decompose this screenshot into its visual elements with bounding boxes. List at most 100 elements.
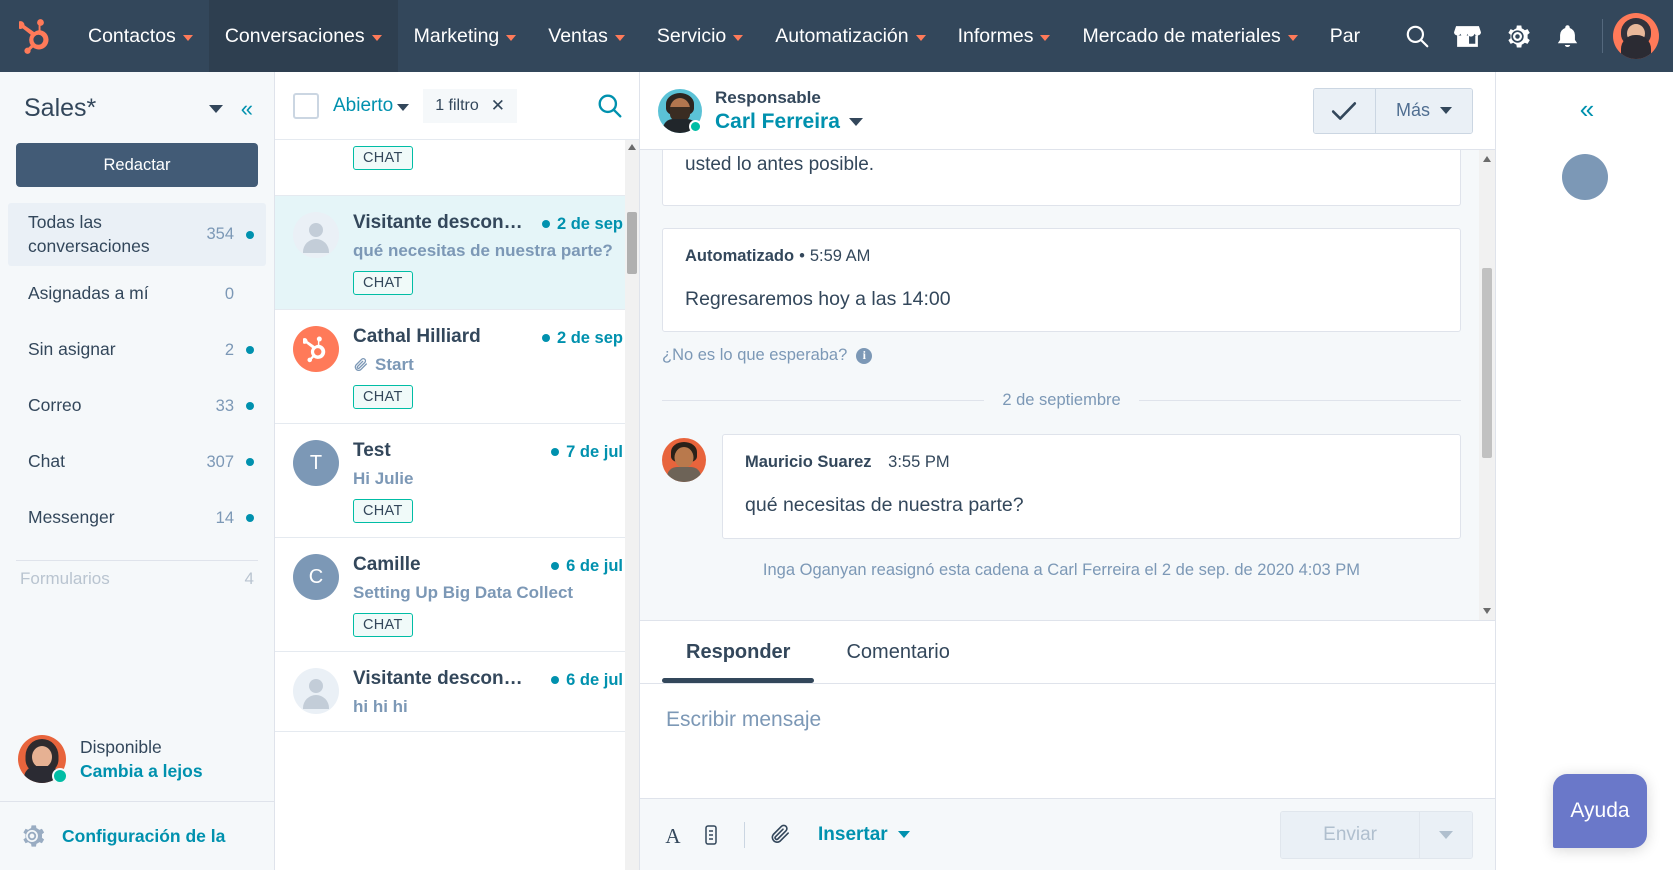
inbox-header: Sales* «	[0, 72, 274, 131]
chevron-down-icon[interactable]	[209, 105, 223, 113]
nav-divider	[1602, 19, 1603, 53]
folder-label: Formularios	[20, 569, 110, 587]
message-header: Mauricio Suarez 3:55 PM	[745, 453, 1438, 472]
nav-items: Contactos Conversaciones Marketing Venta…	[72, 0, 1376, 72]
separator-line	[1139, 400, 1461, 401]
scroll-up-arrow-icon[interactable]	[628, 144, 636, 150]
chevron-down-icon	[1440, 107, 1452, 114]
conversation-top-row: Visitante descon… 2 de sep	[353, 212, 623, 234]
paperclip-icon	[353, 357, 369, 373]
nav-item-label: Mercado de materiales	[1082, 25, 1280, 48]
scroll-down-arrow-icon[interactable]	[1483, 608, 1491, 614]
gear-icon	[18, 822, 46, 850]
filter-chip-label: 1 filtro	[435, 97, 479, 115]
nav-item-contactos[interactable]: Contactos	[72, 0, 209, 72]
message-feedback-row[interactable]: ¿No es lo que esperaba? i	[662, 346, 1461, 365]
scrollbar-thumb[interactable]	[627, 212, 637, 274]
avatar[interactable]	[1613, 13, 1659, 59]
scroll-up-arrow-icon[interactable]	[1483, 156, 1491, 162]
search-conversations-icon[interactable]	[596, 92, 623, 119]
help-button[interactable]: Ayuda	[1553, 774, 1647, 848]
availability-text: Disponible Cambia a lejos	[80, 737, 203, 782]
tab-responder[interactable]: Responder	[662, 621, 814, 683]
availability-status[interactable]: Disponible Cambia a lejos	[0, 729, 274, 802]
nav-item-mercado-de-materiales[interactable]: Mercado de materiales	[1066, 0, 1313, 72]
unread-dot	[246, 402, 254, 410]
sidebar-item-correo[interactable]: Correo 33	[8, 378, 266, 434]
nav-item-ventas[interactable]: Ventas	[532, 0, 641, 72]
nav-item-label: Conversaciones	[225, 25, 365, 48]
conversation-list-scrollbar[interactable]	[625, 140, 639, 870]
hubspot-logo[interactable]	[0, 0, 72, 72]
insert-link-icon[interactable]	[702, 824, 720, 846]
select-all-checkbox[interactable]	[293, 93, 319, 119]
info-icon[interactable]: i	[856, 348, 872, 364]
nav-item-automatizacion[interactable]: Automatización	[759, 0, 941, 72]
thread-scrollbar[interactable]	[1479, 150, 1495, 620]
thread-header: Responsable Carl Ferreira Más	[640, 72, 1495, 150]
nav-item-label: Ventas	[548, 25, 608, 48]
paperclip-icon[interactable]	[769, 823, 792, 846]
more-actions-button[interactable]: Más	[1376, 89, 1472, 133]
nav-item-marketing[interactable]: Marketing	[398, 0, 533, 72]
owner-name-dropdown[interactable]: Carl Ferreira	[715, 110, 863, 134]
list-item[interactable]: CHAT	[275, 140, 639, 196]
list-item[interactable]: Visitante descon… 6 de jul hi hi hi	[275, 652, 639, 732]
sidebar-item-messenger[interactable]: Messenger 14	[8, 490, 266, 546]
unread-dot	[542, 220, 550, 228]
list-item[interactable]: Cathal Hilliard 2 de sep Start CHAT	[275, 310, 639, 424]
chevron-down-icon	[183, 35, 193, 41]
chevron-down-icon	[1040, 35, 1050, 41]
send-button[interactable]: Enviar	[1281, 812, 1420, 858]
nav-item-par[interactable]: Par	[1314, 0, 1376, 72]
mark-closed-button[interactable]	[1314, 89, 1376, 133]
nav-item-label: Informes	[958, 25, 1034, 48]
conversation-preview: hi hi hi	[353, 697, 623, 717]
gear-icon[interactable]	[1492, 0, 1542, 72]
close-icon[interactable]: ✕	[491, 97, 505, 114]
filter-chip[interactable]: 1 filtro ✕	[423, 89, 517, 123]
conversation-name: Camille	[353, 554, 543, 576]
avatar-face	[675, 447, 694, 468]
folder-label: Messenger	[28, 506, 216, 530]
inbox-settings-link[interactable]: Configuración de la	[0, 802, 274, 870]
availability-toggle-link[interactable]: Cambia a lejos	[80, 761, 203, 782]
bell-icon[interactable]	[1542, 0, 1592, 72]
compose-button[interactable]: Redactar	[16, 143, 258, 187]
unread-dot	[246, 514, 254, 522]
conversation-body: CHAT	[353, 140, 623, 183]
visitor-message-block: Mauricio Suarez 3:55 PM qué necesitas de…	[662, 434, 1461, 538]
message-input[interactable]: Escribir mensaje	[640, 684, 1495, 798]
nav-item-informes[interactable]: Informes	[942, 0, 1067, 72]
conversation-name: Test	[353, 440, 543, 462]
nav-item-conversaciones[interactable]: Conversaciones	[209, 0, 398, 72]
collapse-sidebar-icon[interactable]: «	[241, 98, 250, 120]
sidebar-item-todas-las-conversaciones[interactable]: Todas las conversaciones 354	[8, 203, 266, 266]
list-item[interactable]: T Test 7 de jul Hi Julie CHAT	[275, 424, 639, 538]
unread-dot	[551, 676, 559, 684]
collapse-right-sidebar-icon[interactable]: «	[1497, 96, 1673, 122]
thread-owner[interactable]: Responsable Carl Ferreira	[658, 88, 863, 134]
list-item[interactable]: Visitante descon… 2 de sep qué necesitas…	[275, 196, 639, 310]
font-format-icon[interactable]: A	[662, 824, 684, 846]
marketplace-icon[interactable]	[1442, 0, 1492, 72]
insert-dropdown[interactable]: Insertar	[818, 824, 910, 846]
list-item[interactable]: C Camille 6 de jul Setting Up Big Data C…	[275, 538, 639, 652]
sidebar-item-asignadas-a-mi[interactable]: Asignadas a mí 0	[8, 266, 266, 322]
send-options-button[interactable]	[1420, 812, 1472, 858]
search-icon[interactable]	[1392, 0, 1442, 72]
contact-avatar[interactable]	[1562, 154, 1608, 200]
message-text: Regresaremos hoy a las 14:00	[685, 286, 1438, 313]
online-status-dot	[689, 120, 702, 133]
folder-count: 354	[206, 225, 234, 244]
chevron-down-icon	[916, 35, 926, 41]
scrollbar-thumb[interactable]	[1482, 268, 1492, 458]
person-icon	[309, 223, 323, 237]
nav-item-servicio[interactable]: Servicio	[641, 0, 759, 72]
sidebar-item-chat[interactable]: Chat 307	[8, 434, 266, 490]
sidebar-item-formularios[interactable]: Formularios 4	[0, 561, 274, 587]
status-filter-dropdown[interactable]: Abierto	[333, 95, 409, 117]
sidebar-item-sin-asignar[interactable]: Sin asignar 2	[8, 322, 266, 378]
avatar	[293, 668, 339, 714]
tab-comentario[interactable]: Comentario	[822, 621, 973, 683]
